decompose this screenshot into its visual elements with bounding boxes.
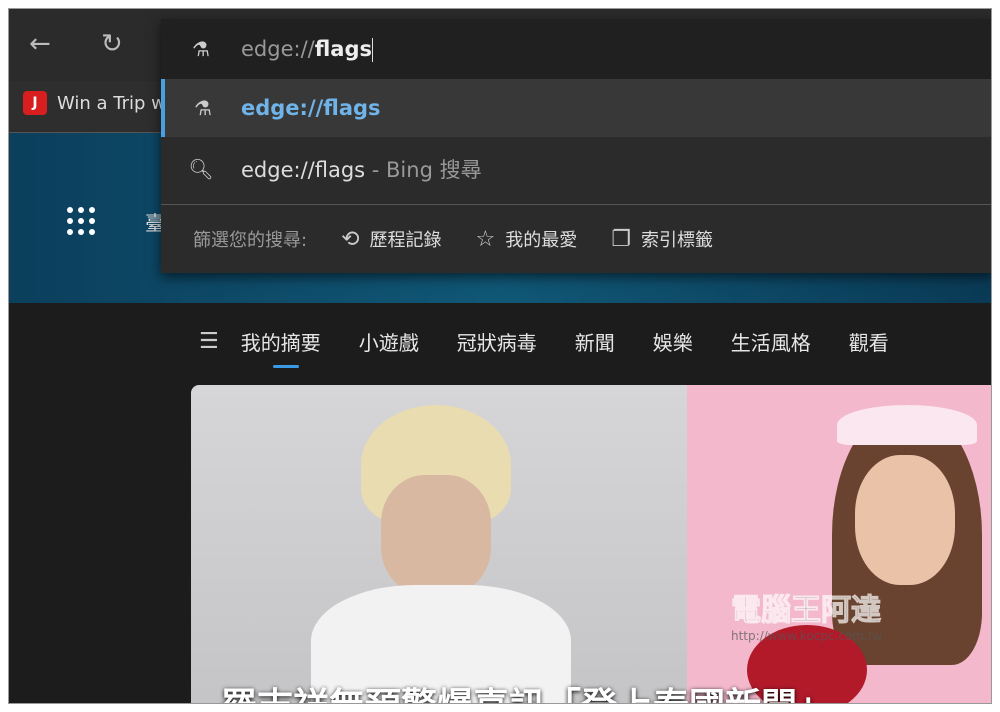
watermark-logo: 電腦王阿達 http://www.kocpc.com.tw: [730, 593, 883, 644]
filter-favorites-button[interactable]: ☆ 我的最愛: [476, 226, 578, 252]
filter-tabs-button[interactable]: ❐ 索引標籤: [611, 226, 713, 252]
suggestion-text: edge://flags: [241, 158, 366, 182]
filter-option-label: 歷程記錄: [369, 230, 442, 251]
bookmark-item[interactable]: J Win a Trip w: [23, 91, 166, 115]
typed-bold: flags: [314, 36, 373, 61]
tab-lifestyle[interactable]: 生活風格: [731, 327, 811, 356]
tab-watch[interactable]: 觀看: [849, 327, 889, 356]
history-icon: ⟲: [341, 226, 360, 252]
filter-option-label: 索引標籤: [640, 230, 713, 251]
news-card[interactable]: 電腦王阿達http://www.kocpc.com.tw 羅志祥無預警爆喜訊「登…: [191, 385, 991, 703]
suggestion-text: edge://flags: [241, 96, 381, 120]
suggestion-item[interactable]: ⚗ edge://flags: [161, 79, 991, 137]
filter-option-label: 我的最愛: [505, 230, 578, 251]
address-input[interactable]: ⚗ edge://flags: [161, 19, 991, 79]
bookmark-label: Win a Trip w: [57, 92, 166, 114]
refresh-icon[interactable]: ↻: [101, 29, 123, 59]
filter-label: 篩選您的搜尋:: [193, 230, 308, 251]
category-nav: ☰ 我的摘要 小遊戲 冠狀病毒 新聞 娛樂 生活風格 觀看: [199, 327, 927, 368]
back-icon[interactable]: ←: [29, 29, 51, 59]
tab-games[interactable]: 小遊戲: [359, 327, 419, 356]
star-icon: ☆: [475, 226, 496, 252]
tab-coronavirus[interactable]: 冠狀病毒: [457, 327, 537, 356]
text-caret: [372, 37, 374, 62]
card-headline[interactable]: 羅志祥無預警爆喜訊「登上泰國新聞」: [221, 677, 833, 703]
tabs-icon: ❐: [611, 226, 631, 252]
apps-grid-icon[interactable]: [67, 207, 95, 235]
typed-prefix: edge://: [241, 36, 315, 61]
card-image-left: [191, 385, 687, 703]
flask-icon: ⚗: [194, 96, 212, 120]
browser-window: ← ↻ J Win a Trip w 臺 ☰ 我的摘要 小遊戲 冠狀病毒 新聞 …: [8, 8, 992, 704]
jal-logo-icon: J: [23, 91, 47, 115]
tab-my-feed[interactable]: 我的摘要: [241, 327, 321, 368]
tab-entertainment[interactable]: 娛樂: [653, 327, 693, 356]
filter-history-button[interactable]: ⟲ 歷程記錄: [341, 226, 441, 252]
card-image-right: [687, 385, 991, 703]
flask-icon: ⚗: [192, 37, 210, 61]
search-icon: 🔍︎: [188, 157, 214, 181]
divider: [161, 204, 991, 205]
address-dropdown: ⚗ edge://flags ⚗ edge://flags 🔍︎ edge://…: [161, 19, 991, 273]
suggestion-item[interactable]: 🔍︎ edge://flags - Bing 搜尋: [161, 137, 991, 201]
hamburger-menu-icon[interactable]: ☰: [199, 329, 219, 354]
tab-news[interactable]: 新聞: [575, 327, 615, 356]
suggestion-suffix: - Bing 搜尋: [365, 158, 482, 182]
filter-row: 篩選您的搜尋: ⟲ 歷程記錄 ☆ 我的最愛 ❐ 索引標籤: [161, 209, 991, 269]
